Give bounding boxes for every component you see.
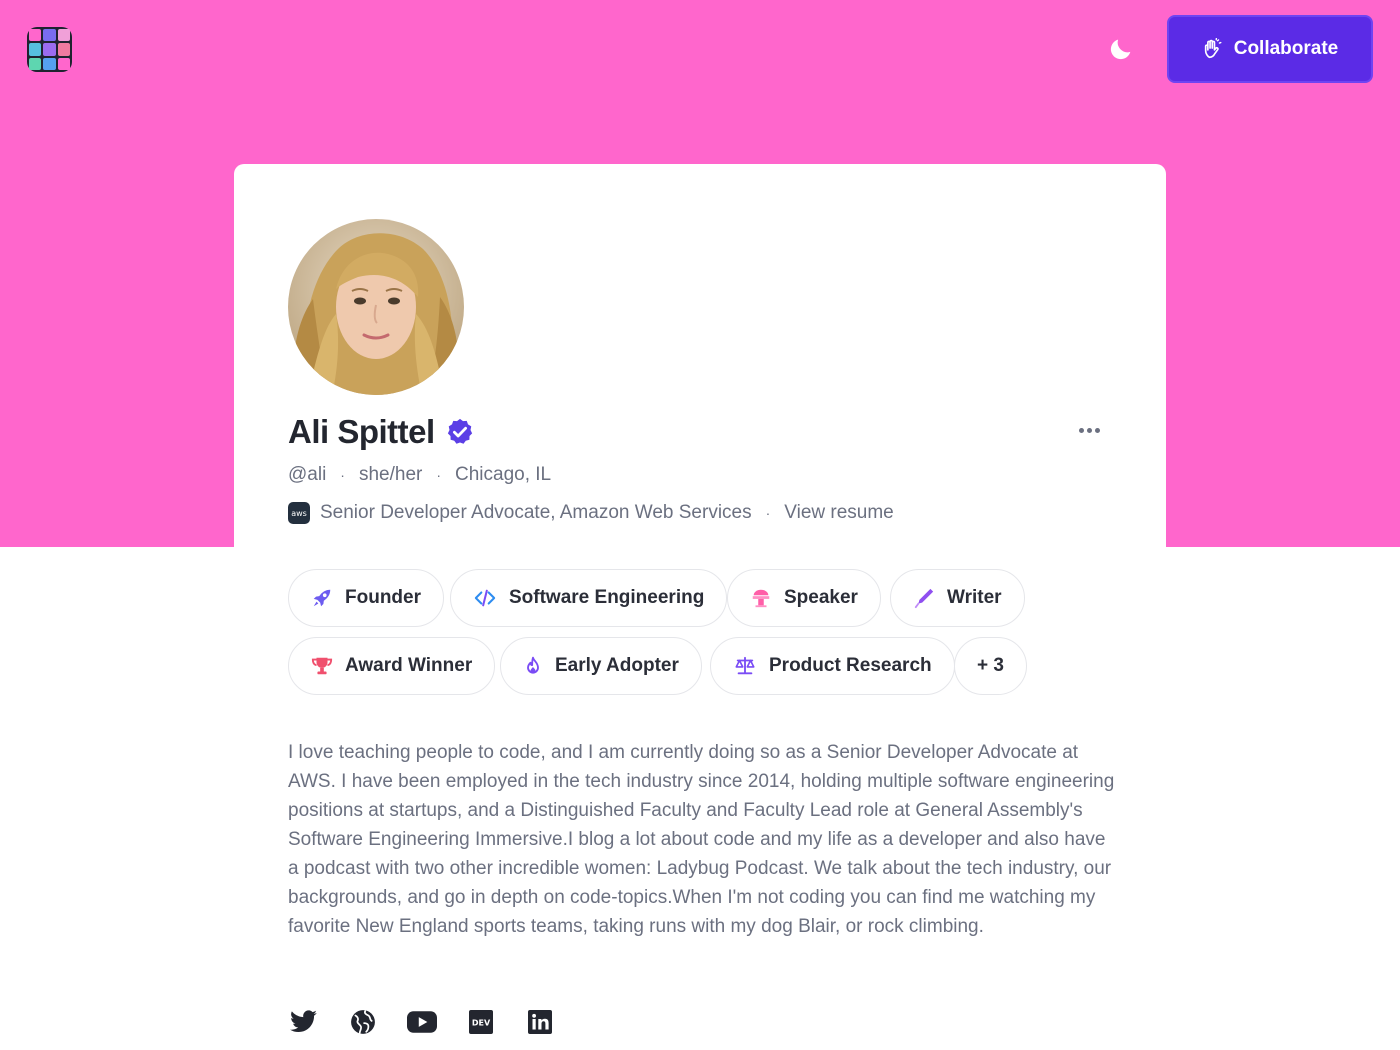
flame-icon bbox=[527, 656, 539, 674]
logo-cell bbox=[57, 57, 70, 70]
tag-early-adopter[interactable]: Early Adopter bbox=[500, 637, 702, 695]
dev-link[interactable]: DEV bbox=[466, 1007, 496, 1037]
logo-cell bbox=[43, 29, 56, 42]
tag-label: Award Winner bbox=[345, 655, 473, 676]
profile-name: Ali Spittel bbox=[288, 413, 435, 450]
location: Chicago, IL bbox=[455, 464, 552, 485]
view-resume-link[interactable]: View resume bbox=[784, 502, 893, 524]
pen-icon bbox=[914, 588, 934, 609]
tag-speaker[interactable]: Speaker bbox=[727, 569, 881, 627]
app-logo[interactable] bbox=[27, 27, 72, 72]
separator-dot: · bbox=[436, 467, 442, 483]
name-row: Ali Spittel bbox=[288, 412, 475, 452]
avatar-photo bbox=[288, 219, 464, 395]
dev-icon: DEV bbox=[469, 1010, 493, 1034]
twitter-icon bbox=[290, 1010, 317, 1033]
more-dot bbox=[1078, 427, 1084, 433]
tag-award-winner[interactable]: Award Winner bbox=[288, 637, 496, 695]
pronouns: she/her bbox=[358, 464, 423, 485]
tag-label: Software Engineering bbox=[509, 587, 705, 608]
rocket-icon bbox=[313, 589, 331, 607]
tag-writer[interactable]: Writer bbox=[890, 569, 1025, 627]
linkedin-icon bbox=[528, 1010, 552, 1034]
separator-dot: · bbox=[340, 467, 345, 483]
logo-cell bbox=[29, 29, 42, 42]
tag-product-research[interactable]: Product Research bbox=[710, 637, 955, 695]
wave-hand-icon bbox=[1204, 38, 1222, 59]
podium-icon bbox=[752, 589, 770, 608]
tag-software-engineering[interactable]: Software Engineering bbox=[450, 569, 728, 627]
tag-more-button[interactable]: + 3 bbox=[954, 637, 1027, 695]
logo-cell bbox=[57, 43, 70, 56]
aws-logo: aws bbox=[288, 502, 310, 524]
dark-mode-toggle[interactable] bbox=[1104, 32, 1138, 66]
verified-badge-icon bbox=[447, 418, 472, 444]
trophy-icon bbox=[311, 657, 333, 675]
tag-label: + 3 bbox=[977, 655, 1004, 676]
logo-cell bbox=[43, 43, 56, 56]
handle: @ali bbox=[288, 464, 327, 485]
bio-text: I love teaching people to code, and I am… bbox=[288, 742, 1115, 937]
job-row: aws Senior Developer Advocate, Amazon We… bbox=[288, 500, 894, 526]
tag-label: Product Research bbox=[769, 655, 932, 676]
collaborate-label: Collaborate bbox=[1233, 38, 1339, 59]
profile-card: Ali Spittel @ali · she/her · Chicago, IL… bbox=[234, 164, 1166, 1050]
twitter-link[interactable] bbox=[289, 1007, 319, 1037]
scale-icon bbox=[735, 656, 755, 675]
youtube-icon bbox=[407, 1011, 437, 1033]
profile-meta: @ali · she/her · Chicago, IL bbox=[288, 462, 551, 488]
collaborate-button[interactable]: Collaborate bbox=[1167, 15, 1373, 83]
tag-label: Speaker bbox=[784, 587, 858, 608]
avatar bbox=[288, 219, 464, 395]
more-dot bbox=[1086, 427, 1092, 433]
moon-icon bbox=[1110, 39, 1131, 60]
linkedin-link[interactable] bbox=[525, 1007, 555, 1037]
more-dot bbox=[1094, 427, 1100, 433]
tag-label: Founder bbox=[345, 587, 421, 608]
tag-founder[interactable]: Founder bbox=[288, 569, 444, 627]
tag-label: Writer bbox=[947, 587, 1002, 608]
website-link[interactable] bbox=[348, 1007, 378, 1037]
dev-icon-text: DEV bbox=[472, 1019, 491, 1028]
code-icon bbox=[474, 589, 496, 607]
youtube-link[interactable] bbox=[407, 1007, 437, 1037]
tag-label: Early Adopter bbox=[555, 655, 679, 676]
more-options-button[interactable] bbox=[1074, 418, 1104, 442]
logo-cell bbox=[57, 29, 70, 42]
globe-icon bbox=[351, 1010, 375, 1034]
job-title: Senior Developer Advocate, Amazon Web Se… bbox=[320, 502, 752, 523]
logo-cell bbox=[29, 43, 42, 56]
logo-cell bbox=[43, 57, 56, 70]
separator-dot: · bbox=[765, 505, 771, 521]
logo-cell bbox=[29, 57, 42, 70]
